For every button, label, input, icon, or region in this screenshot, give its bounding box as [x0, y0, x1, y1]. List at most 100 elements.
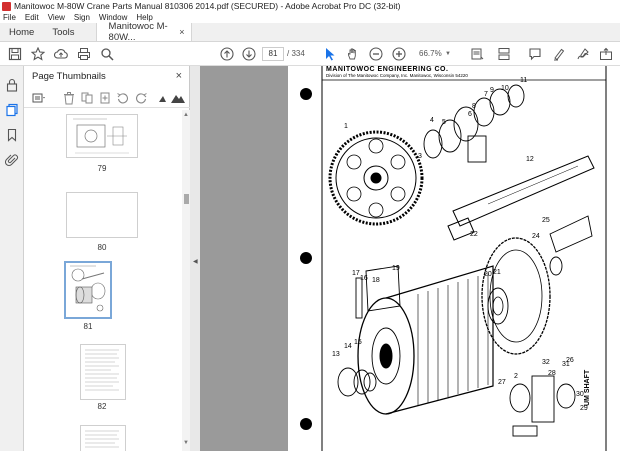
- svg-text:8: 8: [472, 103, 476, 110]
- collapse-panel-arrow-icon[interactable]: ◀: [193, 258, 198, 265]
- thumbnail-page-82[interactable]: [80, 344, 126, 400]
- svg-text:29: 29: [580, 405, 588, 412]
- svg-text:18: 18: [372, 277, 380, 284]
- bookmarks-icon[interactable]: [5, 128, 19, 142]
- exploded-parts-drawing: 1 3 4 5 6 7 8 9 10 11 12 13 14 15 16 17 …: [300, 66, 607, 451]
- panel-close-button[interactable]: ×: [176, 70, 182, 82]
- save-icon[interactable]: [8, 47, 22, 61]
- main-toolbar: 81 / 334 66.7% ▼: [0, 42, 620, 66]
- svg-text:28: 28: [548, 370, 556, 377]
- svg-text:20: 20: [484, 271, 492, 278]
- svg-text:2: 2: [514, 373, 518, 380]
- window-title: Manitowoc M-80W Crane Parts Manual 81030…: [14, 1, 401, 11]
- document-header-company: MANITOWOC ENGINEERING CO.: [326, 66, 449, 73]
- svg-text:7: 7: [484, 91, 488, 98]
- tab-document[interactable]: Manitowoc M-80W... ×: [95, 21, 192, 43]
- rotate-counterclockwise-icon[interactable]: [116, 91, 130, 105]
- thumbnail-options-menu-icon[interactable]: [32, 91, 46, 105]
- scroll-up-arrow-icon[interactable]: ▲: [183, 112, 189, 118]
- previous-page-icon[interactable]: [220, 47, 234, 61]
- svg-text:15: 15: [354, 339, 362, 346]
- panel-title: Page Thumbnails: [32, 70, 106, 82]
- svg-text:30: 30: [576, 391, 584, 398]
- menu-bar: File Edit View Sign Window Help: [0, 12, 620, 23]
- panel-header: Page Thumbnails ×: [24, 66, 190, 86]
- lock-icon[interactable]: [5, 78, 19, 92]
- svg-text:5: 5: [442, 119, 446, 126]
- zoom-in-icon[interactable]: [392, 47, 406, 61]
- thumbnail-page-79[interactable]: [66, 114, 138, 158]
- thumbnail-label-79: 79: [97, 164, 107, 173]
- thumbnail-label-82: 82: [97, 402, 107, 411]
- svg-text:12: 12: [526, 156, 534, 163]
- upload-cloud-icon[interactable]: [54, 47, 68, 61]
- svg-text:11: 11: [520, 77, 527, 84]
- thumbnail-toolbar: [24, 88, 190, 108]
- zoom-out-icon[interactable]: [369, 47, 383, 61]
- thumbnail-scrollbar[interactable]: ▲ ▼: [182, 110, 190, 451]
- comment-icon[interactable]: [528, 47, 542, 61]
- title-bar: Manitowoc M-80W Crane Parts Manual 81030…: [0, 0, 620, 12]
- svg-text:22: 22: [470, 231, 478, 238]
- menu-edit[interactable]: Edit: [25, 13, 39, 22]
- document-header-division: Division of The Manitowoc Company, Inc. …: [326, 73, 468, 78]
- hand-tool-icon[interactable]: [346, 47, 360, 61]
- zoom-dropdown-caret-icon[interactable]: ▼: [445, 51, 451, 57]
- print-icon[interactable]: [77, 47, 91, 61]
- thumbnail-list: 79 80 81 82: [24, 110, 182, 451]
- thumbnail-label-81: 81: [83, 322, 93, 331]
- thumbnail-page-80[interactable]: [66, 192, 138, 238]
- scroll-down-arrow-icon[interactable]: ▼: [183, 440, 189, 446]
- draw-sign-icon[interactable]: [576, 47, 590, 61]
- tab-home[interactable]: Home: [0, 23, 43, 41]
- bookmark-star-icon[interactable]: [31, 47, 45, 61]
- menu-view[interactable]: View: [48, 13, 65, 22]
- thumbnail-page-83[interactable]: [80, 425, 126, 451]
- document-side-caption: UM SHAFT: [584, 369, 591, 406]
- next-page-icon[interactable]: [242, 47, 256, 61]
- navigation-rail: [0, 66, 24, 451]
- page-number-input[interactable]: 81: [262, 47, 284, 61]
- svg-text:9: 9: [490, 87, 494, 94]
- large-thumbnails-icon[interactable]: [171, 91, 185, 105]
- svg-text:31: 31: [562, 361, 570, 368]
- highlight-pen-icon[interactable]: [552, 47, 566, 61]
- replace-page-icon[interactable]: [80, 91, 94, 105]
- acrobat-app-icon: [2, 1, 11, 11]
- search-icon[interactable]: [100, 47, 114, 61]
- fit-page-icon[interactable]: [470, 47, 484, 61]
- panel-splitter[interactable]: ◀: [190, 66, 200, 451]
- thumbnail-page-81[interactable]: [64, 261, 112, 319]
- svg-text:13: 13: [332, 351, 340, 358]
- select-cursor-icon[interactable]: [323, 47, 337, 61]
- svg-text:32: 32: [542, 359, 550, 366]
- rotate-clockwise-icon[interactable]: [134, 91, 148, 105]
- delete-page-icon[interactable]: [62, 91, 76, 105]
- svg-text:25: 25: [542, 217, 550, 224]
- tab-tools[interactable]: Tools: [43, 23, 83, 41]
- svg-text:16: 16: [360, 275, 368, 282]
- scrollbar-thumb[interactable]: [184, 194, 189, 204]
- menu-sign[interactable]: Sign: [74, 13, 90, 22]
- svg-text:24: 24: [532, 233, 540, 240]
- page-total-label: / 334: [287, 49, 305, 58]
- svg-text:3: 3: [418, 153, 422, 160]
- svg-text:19: 19: [392, 265, 400, 272]
- small-thumbnails-icon[interactable]: [156, 91, 170, 105]
- tab-document-label: Manitowoc M-80W...: [108, 21, 168, 43]
- menu-file[interactable]: File: [3, 13, 16, 22]
- svg-text:14: 14: [344, 343, 352, 350]
- page-thumbnails-icon[interactable]: [5, 103, 19, 117]
- tab-bar: Home Tools Manitowoc M-80W... ×: [0, 21, 620, 43]
- svg-text:21: 21: [493, 269, 501, 276]
- document-view[interactable]: 1 3 4 5 6 7 8 9 10 11 12 13 14 15 16 17 …: [200, 66, 620, 451]
- attachments-paperclip-icon[interactable]: [4, 153, 19, 167]
- share-icon[interactable]: [599, 47, 613, 61]
- tab-close-button[interactable]: ×: [179, 27, 184, 37]
- insert-page-icon[interactable]: [98, 91, 112, 105]
- thumbnail-label-80: 80: [97, 243, 107, 252]
- scroll-mode-icon[interactable]: [497, 47, 511, 61]
- page-thumbnails-panel: Page Thumbnails × 79 80 81 82 ▲ ▼: [24, 66, 190, 451]
- pdf-page: 1 3 4 5 6 7 8 9 10 11 12 13 14 15 16 17 …: [288, 66, 620, 451]
- svg-text:6: 6: [468, 111, 472, 118]
